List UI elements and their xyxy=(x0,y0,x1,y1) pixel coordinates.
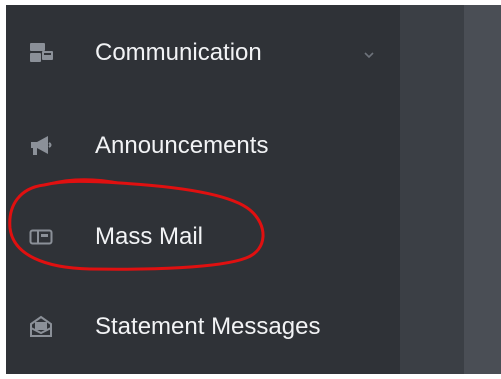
sidebar-item-mass-mail[interactable]: Mass Mail xyxy=(6,212,400,262)
sidebar-item-label: Statement Messages xyxy=(95,313,321,340)
screenshot-frame: Communication Announcements Mass Mail St… xyxy=(0,0,501,379)
content-area xyxy=(464,5,501,374)
sidebar-item-label: Mass Mail xyxy=(95,223,204,250)
megaphone-icon xyxy=(28,133,54,159)
communication-icon xyxy=(28,40,54,66)
mailbox-icon xyxy=(28,224,54,250)
sidebar-item-label: Announcements xyxy=(95,132,269,159)
sidebar-divider xyxy=(400,5,464,374)
sidebar-item-statement-messages[interactable]: Statement Messages xyxy=(6,302,400,352)
chevron-down-icon[interactable] xyxy=(363,48,375,60)
envelope-tray-icon xyxy=(28,314,54,340)
sidebar-item-communication[interactable]: Communication xyxy=(6,28,400,78)
sidebar-item-announcements[interactable]: Announcements xyxy=(6,121,400,171)
sidebar-item-label: Communication xyxy=(95,39,262,66)
